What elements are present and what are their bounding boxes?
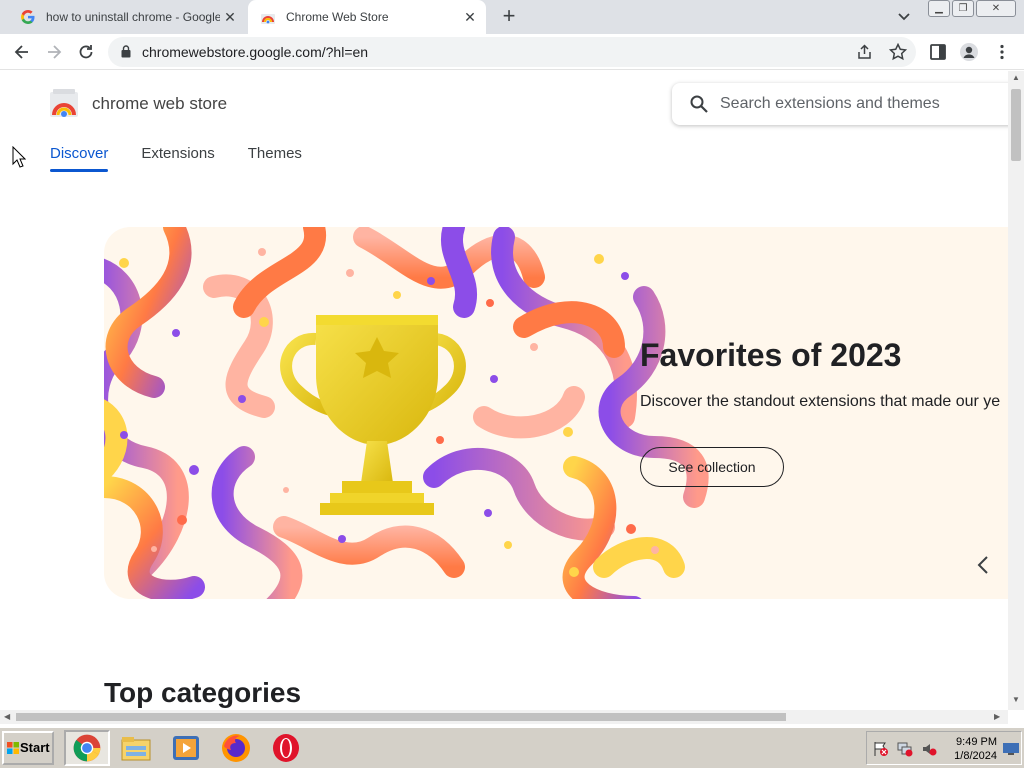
- tab-title: how to uninstall chrome - Google Se: [46, 10, 220, 24]
- store-brand[interactable]: chrome web store: [92, 94, 227, 114]
- horizontal-scrollbar[interactable]: ◀ ▶: [0, 710, 1008, 724]
- tab-themes[interactable]: Themes: [248, 145, 302, 162]
- scrollbar-thumb[interactable]: [16, 713, 786, 721]
- more-menu-icon[interactable]: [992, 42, 1012, 62]
- restore-button[interactable]: ❐: [952, 0, 974, 17]
- url-text[interactable]: chromewebstore.google.com/?hl=en: [142, 44, 368, 60]
- mouse-cursor-icon: [12, 146, 26, 168]
- chrome-icon[interactable]: [64, 730, 110, 766]
- scroll-left-arrow-icon[interactable]: ◀: [4, 712, 10, 721]
- firefox-icon[interactable]: [220, 732, 252, 764]
- scroll-down-arrow-icon[interactable]: ▼: [1012, 695, 1020, 704]
- hero-title: Favorites of 2023: [640, 337, 902, 373]
- see-collection-button[interactable]: See collection: [640, 447, 784, 487]
- volume-icon[interactable]: [921, 741, 937, 757]
- hero-banner[interactable]: Favorites of 2023 Discover the standout …: [104, 227, 1008, 599]
- profile-avatar-icon[interactable]: [959, 42, 979, 62]
- store-search-box[interactable]: Search extensions and themes: [672, 83, 1008, 125]
- network-icon[interactable]: [897, 741, 913, 757]
- scrollbar-thumb[interactable]: [1011, 89, 1021, 161]
- taskbar: Start 9:49 PM 1/8/2024: [0, 726, 1024, 768]
- side-panel-icon[interactable]: [928, 42, 948, 62]
- chrome-web-store-icon: [261, 14, 275, 24]
- back-icon[interactable]: [12, 42, 32, 62]
- minimize-button[interactable]: ▁: [928, 0, 950, 17]
- close-tab-icon[interactable]: ✕: [460, 9, 480, 26]
- google-g-icon: [21, 10, 35, 24]
- tab-strip: how to uninstall chrome - Google Se ✕ Ch…: [0, 0, 1024, 34]
- tab-title: Chrome Web Store: [286, 10, 389, 24]
- hero-subtitle: Discover the standout extensions that ma…: [640, 393, 1001, 410]
- file-explorer-icon[interactable]: [120, 732, 152, 764]
- windows-flag-icon: [7, 742, 19, 754]
- search-placeholder[interactable]: Search extensions and themes: [720, 95, 940, 113]
- system-tray: 9:49 PM 1/8/2024: [866, 731, 1022, 765]
- scroll-up-arrow-icon[interactable]: ▲: [1012, 73, 1020, 82]
- browser-toolbar: chromewebstore.google.com/?hl=en: [0, 34, 1024, 70]
- web-page: chrome web store Search extensions and t…: [0, 71, 1008, 710]
- search-icon[interactable]: [690, 95, 708, 113]
- store-nav-tabs: Discover Extensions Themes: [50, 145, 302, 172]
- clock-time: 9:49 PM: [956, 736, 997, 748]
- chevron-left-icon[interactable]: [974, 553, 994, 577]
- tab-discover[interactable]: Discover: [50, 145, 109, 172]
- chrome-web-store-logo[interactable]: [50, 89, 78, 117]
- new-tab-button[interactable]: +: [498, 5, 520, 28]
- share-icon[interactable]: [856, 44, 873, 61]
- lock-icon[interactable]: [121, 45, 131, 58]
- forward-icon[interactable]: [44, 42, 64, 62]
- confetti-ribbons-illustration: [104, 227, 709, 599]
- scroll-right-arrow-icon[interactable]: ▶: [994, 712, 1000, 721]
- action-center-flag-icon[interactable]: [873, 741, 889, 757]
- opera-icon[interactable]: [270, 732, 302, 764]
- vertical-scrollbar[interactable]: ▲ ▼: [1008, 71, 1024, 710]
- tab-chrome-web-store[interactable]: Chrome Web Store ✕: [248, 0, 486, 34]
- window-controls: ▁ ❐ ✕: [928, 0, 1016, 18]
- chevron-down-icon[interactable]: [897, 10, 911, 24]
- media-player-icon[interactable]: [170, 732, 202, 764]
- tab-google-search[interactable]: how to uninstall chrome - Google Se ✕: [8, 0, 246, 34]
- clock-date: 1/8/2024: [954, 750, 997, 762]
- start-button[interactable]: Start: [2, 731, 54, 765]
- close-window-button[interactable]: ✕: [976, 0, 1016, 17]
- reload-icon[interactable]: [76, 42, 96, 62]
- clock[interactable]: 9:49 PM 1/8/2024: [949, 735, 997, 763]
- close-tab-icon[interactable]: ✕: [220, 9, 240, 26]
- tab-extensions[interactable]: Extensions: [141, 145, 214, 162]
- address-bar[interactable]: chromewebstore.google.com/?hl=en: [108, 37, 916, 67]
- section-title: Top categories: [104, 677, 302, 708]
- show-desktop-icon[interactable]: [1003, 743, 1019, 755]
- bookmark-star-icon[interactable]: [889, 43, 907, 61]
- start-label: Start: [20, 740, 50, 755]
